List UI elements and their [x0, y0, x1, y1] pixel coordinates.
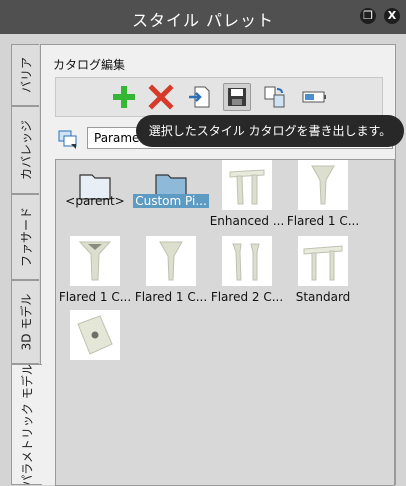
item-caption: Flared 1 C... [58, 290, 132, 304]
add-button[interactable] [110, 83, 138, 111]
delete-button[interactable] [147, 83, 175, 111]
battery-icon [302, 91, 326, 103]
section-title: カタログ編集 [53, 58, 126, 72]
pier-plate-icon [70, 310, 120, 360]
copy-icon [264, 86, 285, 108]
catalog-browse-icon[interactable] [57, 128, 79, 150]
tab-label: パラメトリック モデル [20, 364, 35, 485]
style-item-enhanced[interactable]: Enhanced ... [208, 160, 286, 234]
options-button[interactable] [300, 83, 328, 111]
save-button[interactable] [223, 83, 251, 111]
import-button[interactable] [186, 83, 214, 111]
tab-coverage[interactable]: カバレッジ [11, 106, 39, 194]
pier-enhanced-icon [222, 160, 272, 210]
catalog-panel: カタログ編集 Parametric <parent> Custom Pi... … [40, 44, 396, 486]
tab-facade[interactable]: ファサード [11, 194, 39, 280]
tab-3d-model[interactable]: 3D モデル [11, 280, 39, 364]
vertical-tab-strip: バリア カバレッジ ファサード 3D モデル パラメトリック モデル [11, 44, 42, 485]
style-item-flared-3[interactable]: Flared 1 C... [132, 236, 210, 310]
style-item-flared-1[interactable]: Flared 1 C... [284, 160, 362, 234]
folder-item-custom-piers[interactable]: Custom Pi... [132, 162, 210, 236]
restore-button[interactable]: ❐ [360, 8, 376, 24]
tab-label: カバレッジ [19, 119, 33, 181]
item-caption: Standard [295, 290, 351, 304]
tab-label: ファサード [19, 206, 33, 268]
title-bar: スタイル パレット ❐ X [0, 0, 406, 34]
style-item-flared-2[interactable]: Flared 1 C... [56, 236, 134, 310]
tab-barrier[interactable]: バリア [11, 44, 39, 106]
import-icon [189, 86, 210, 108]
item-caption: Enhanced ... [209, 214, 285, 228]
tooltip: 選択したスタイル カタログを書き出します。 [136, 115, 404, 147]
item-caption: Flared 2 C... [210, 290, 284, 304]
save-icon [228, 88, 246, 106]
style-item-plate[interactable] [56, 310, 134, 384]
pier-flared-icon [298, 160, 348, 210]
close-button[interactable]: X [384, 8, 400, 24]
tab-label: バリア [19, 56, 33, 94]
delete-icon [148, 84, 174, 110]
pier-two-column-icon [222, 236, 272, 286]
style-thumbnail-grid: <parent> Custom Pi... Enhanced ... Flare… [55, 159, 395, 486]
pier-flared-icon [146, 236, 196, 286]
catalog-toolbar [55, 77, 383, 117]
folder-item-parent[interactable]: <parent> [56, 162, 134, 236]
add-icon [113, 86, 135, 108]
pier-flared-wide-icon [70, 236, 120, 286]
window-title: スタイル パレット [131, 11, 275, 30]
tab-label: 3D モデル [19, 293, 33, 351]
item-caption: Flared 1 C... [134, 290, 208, 304]
style-item-standard[interactable]: Standard [284, 236, 362, 310]
style-item-flared-two-column[interactable]: Flared 2 C... [208, 236, 286, 310]
item-caption: Flared 1 C... [286, 214, 360, 228]
item-caption: <parent> [65, 194, 125, 208]
item-caption: Custom Pi... [133, 194, 209, 208]
pier-standard-icon [298, 236, 348, 286]
copy-button[interactable] [261, 83, 289, 111]
tab-parametric-model[interactable]: パラメトリック モデル [11, 364, 42, 485]
